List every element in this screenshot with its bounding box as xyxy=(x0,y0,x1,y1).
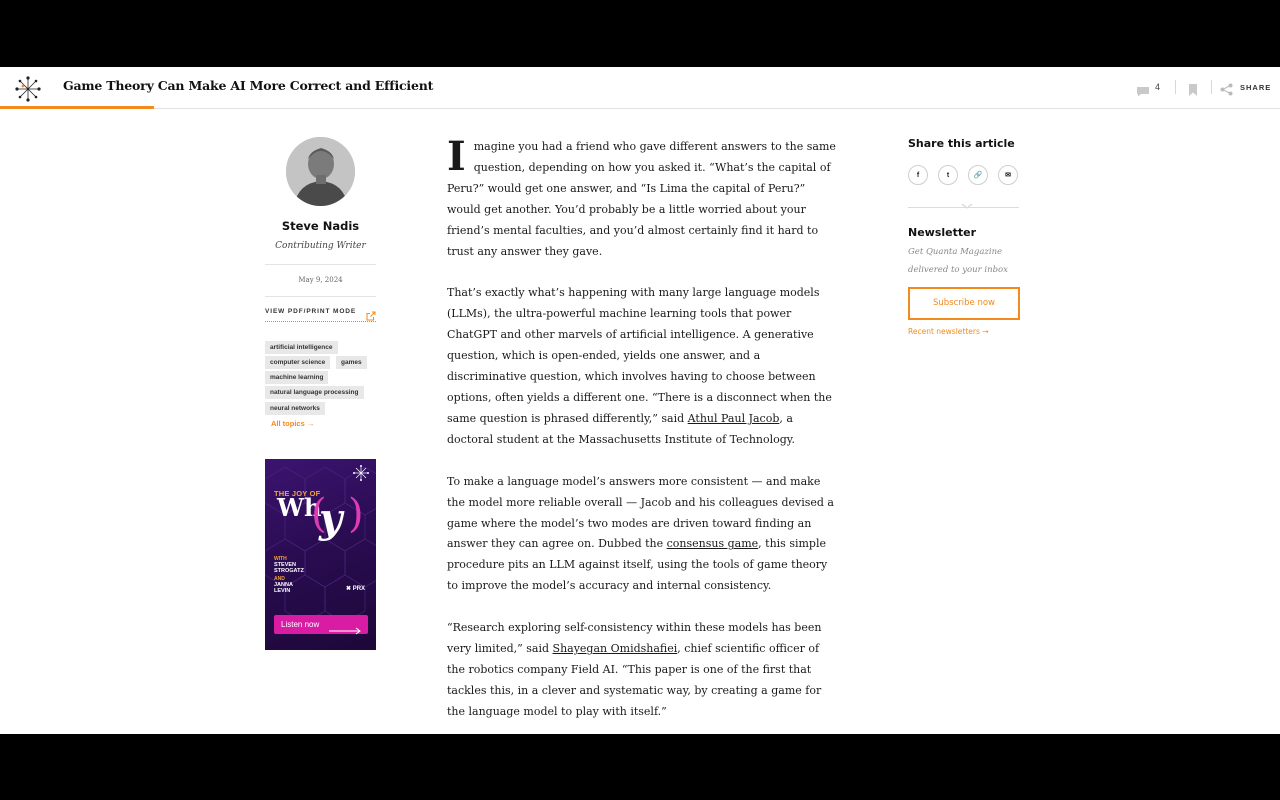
email-share-button[interactable]: ✉ xyxy=(998,165,1018,185)
ad-host: STROGATZ xyxy=(274,568,304,574)
topic-tag[interactable]: artificial intelligence xyxy=(265,341,338,354)
topic-tag[interactable]: games xyxy=(336,356,367,369)
top-bar: Game Theory Can Make AI More Correct and… xyxy=(0,67,1280,109)
divider xyxy=(908,207,1019,208)
comment-icon[interactable] xyxy=(1136,82,1150,101)
external-link-icon[interactable] xyxy=(366,306,376,325)
divider xyxy=(1175,80,1176,94)
paragraph: That’s exactly what’s happening with man… xyxy=(447,283,839,450)
topic-tag[interactable]: neural networks xyxy=(265,402,325,415)
drop-cap: I xyxy=(447,133,466,180)
newsletter-heading: Newsletter xyxy=(908,226,977,239)
topic-tag[interactable]: natural language processing xyxy=(265,386,364,399)
chevron-down-icon[interactable] xyxy=(961,194,973,213)
divider xyxy=(265,321,376,322)
author-avatar[interactable] xyxy=(286,137,355,206)
newsletter-description: Get Quanta Magazine delivered to your in… xyxy=(908,247,1008,275)
twitter-share-button[interactable]: t xyxy=(938,165,958,185)
ad-paren: ) xyxy=(348,491,364,537)
ad-title-y: y xyxy=(319,495,343,542)
facebook-icon: f xyxy=(916,171,920,179)
link-icon: 🔗 xyxy=(973,172,983,179)
paragraph-text: magine you had a friend who gave differe… xyxy=(447,140,836,258)
all-topics-link[interactable]: All topics → xyxy=(271,419,314,428)
article-title: Game Theory Can Make AI More Correct and… xyxy=(63,78,434,93)
comment-count[interactable]: 4 xyxy=(1155,82,1160,92)
twitter-icon: t xyxy=(946,171,950,179)
share-icon[interactable] xyxy=(1220,81,1233,100)
prx-logo: ✖ PRX xyxy=(346,586,366,592)
paragraph: “Research exploring self-consistency wit… xyxy=(447,618,839,723)
pdf-print-link[interactable]: VIEW PDF/PRINT MODE xyxy=(265,308,356,315)
divider xyxy=(1211,80,1212,94)
podcast-ad[interactable]: THE JOY OF Wh ( y ) WITH STEVEN STROGATZ… xyxy=(265,459,376,650)
shayegan-omidshafiei-link[interactable]: Shayegan Omidshafiei xyxy=(553,642,678,655)
author-role: Contributing Writer xyxy=(275,241,366,251)
email-icon: ✉ xyxy=(1005,172,1011,179)
share-button[interactable]: SHARE xyxy=(1240,83,1271,92)
topic-tag[interactable]: machine learning xyxy=(265,371,329,384)
subscribe-button[interactable]: Subscribe now xyxy=(908,287,1020,320)
listen-now-button[interactable]: Listen now xyxy=(274,615,368,635)
topic-tag[interactable]: computer science xyxy=(265,356,331,369)
share-heading: Share this article xyxy=(908,137,1015,150)
copy-link-button[interactable]: 🔗 xyxy=(968,165,988,185)
quanta-logo-icon[interactable] xyxy=(14,75,42,103)
ad-host: LEVIN xyxy=(274,588,291,594)
arrow-right-icon xyxy=(329,620,361,639)
bookmark-icon[interactable] xyxy=(1188,81,1198,100)
consensus-game-link[interactable]: consensus game xyxy=(667,537,759,550)
page: Game Theory Can Make AI More Correct and… xyxy=(0,67,1280,734)
reading-progress-bar xyxy=(0,106,154,109)
author-name[interactable]: Steve Nadis xyxy=(265,219,376,233)
paragraph: Imagine you had a friend who gave differ… xyxy=(447,137,839,262)
facebook-share-button[interactable]: f xyxy=(908,165,928,185)
paragraph-text: That’s exactly what’s happening with man… xyxy=(447,286,832,425)
author-link-athul-paul-jacob[interactable]: Athul Paul Jacob xyxy=(688,412,780,425)
publish-date: May 9, 2024 xyxy=(298,276,343,284)
paragraph: To make a language model’s answers more … xyxy=(447,472,839,597)
divider xyxy=(265,264,376,265)
listen-now-label: Listen now xyxy=(281,620,320,629)
recent-newsletters-link[interactable]: Recent newsletters → xyxy=(908,327,989,336)
divider xyxy=(265,296,376,297)
article-body: Imagine you had a friend who gave differ… xyxy=(447,137,839,734)
